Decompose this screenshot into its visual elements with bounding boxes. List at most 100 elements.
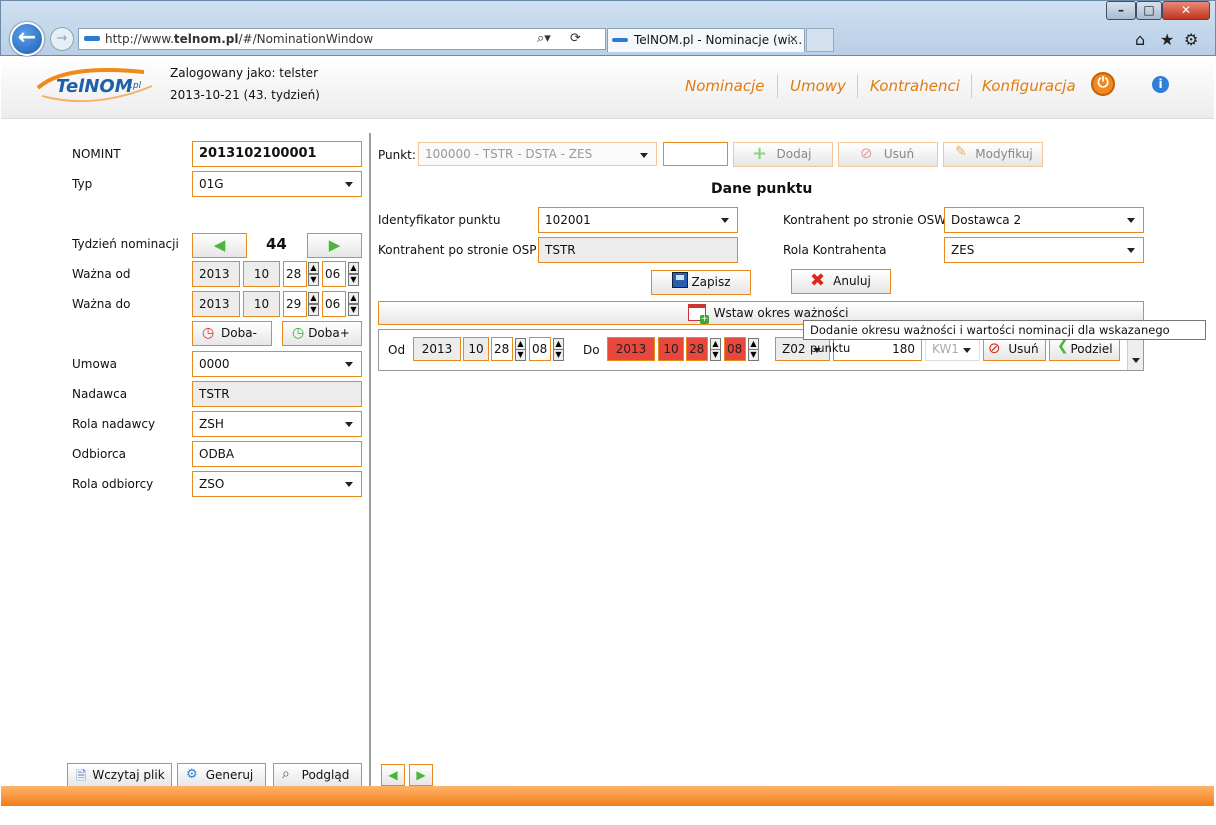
valid-to-year[interactable]: 2013 xyxy=(192,291,240,317)
od-year[interactable]: 2013 xyxy=(413,337,461,361)
nomint-field[interactable]: 2013102100001 xyxy=(192,141,362,167)
address-bar[interactable]: http://www.telnom.pl/#/NominationWindow xyxy=(78,28,606,50)
valid-to-label: Ważna do xyxy=(72,297,131,311)
back-button[interactable]: ← xyxy=(10,22,44,56)
do-month[interactable]: 10 xyxy=(658,337,684,361)
settings-gear-icon[interactable]: ⚙ xyxy=(1184,30,1198,49)
point-id-label: Identyfikator punktu xyxy=(378,213,501,227)
valid-from-month[interactable]: 10 xyxy=(243,261,280,287)
nav-konfiguracja[interactable]: Konfiguracja xyxy=(982,77,1076,95)
od-day-down[interactable]: ▼ xyxy=(515,349,526,361)
osp-field: TSTR xyxy=(538,237,738,263)
osw-select[interactable]: Dostawca 2 xyxy=(944,207,1144,233)
tab-title: TelNOM.pl - Nominacje (wi... xyxy=(634,33,803,47)
info-icon[interactable]: i xyxy=(1152,76,1169,93)
rola-odbiorcy-select[interactable]: ZSO xyxy=(192,471,362,497)
punkt-new-field[interactable] xyxy=(663,142,728,166)
odbiorca-field[interactable]: ODBA xyxy=(192,441,362,467)
od-label: Od xyxy=(388,343,406,357)
od-hour-down[interactable]: ▼ xyxy=(553,349,564,361)
url-path: /#/NominationWindow xyxy=(238,32,374,46)
valid-to-day-up[interactable]: ▲ xyxy=(308,292,319,304)
do-year[interactable]: 2013 xyxy=(607,337,655,361)
floppy-icon xyxy=(672,272,688,288)
logout-power-icon[interactable]: ⏻ xyxy=(1091,72,1115,96)
cancel-button[interactable]: Anuluj xyxy=(791,269,891,294)
valid-from-hour[interactable]: 06 xyxy=(322,261,346,287)
page-next-icon: ▶ xyxy=(416,768,426,782)
tab-close-icon[interactable]: ✕ xyxy=(789,33,798,46)
valid-from-hour-down[interactable]: ▼ xyxy=(348,274,359,286)
rola-nadawcy-select[interactable]: ZSH xyxy=(192,411,362,437)
valid-from-hour-up[interactable]: ▲ xyxy=(348,262,359,274)
nav-umowy[interactable]: Umowy xyxy=(790,77,846,95)
valid-to-hour-up[interactable]: ▲ xyxy=(348,292,359,304)
point-id-select[interactable]: 102001 xyxy=(538,207,738,233)
tab-site-icon xyxy=(612,38,628,42)
generate-label: Generuj xyxy=(205,768,254,782)
od-day[interactable]: 28 xyxy=(491,337,513,361)
od-hour[interactable]: 08 xyxy=(529,337,551,361)
footer-bar xyxy=(1,786,1214,806)
remove-point-label: Usuń xyxy=(883,147,915,161)
odbiorca-label: Odbiorca xyxy=(72,447,126,461)
do-day[interactable]: 28 xyxy=(686,337,708,361)
section-title: Dane punktu xyxy=(711,181,813,197)
home-icon[interactable]: ⌂ xyxy=(1135,30,1145,49)
valid-from-year[interactable]: 2013 xyxy=(192,261,240,287)
valid-from-day-down[interactable]: ▼ xyxy=(308,274,319,286)
maximize-button[interactable]: □ xyxy=(1136,1,1162,20)
nomint-label: NOMINT xyxy=(72,147,121,161)
clock-plus-icon: ◷ xyxy=(292,325,305,341)
valid-to-hour-down[interactable]: ▼ xyxy=(348,304,359,316)
day-minus-label: Doba- xyxy=(221,326,257,340)
row-forbidden-icon: ⊘ xyxy=(988,339,1001,357)
valid-to-hour[interactable]: 06 xyxy=(322,291,346,317)
insert-period-tooltip: Dodanie okresu ważności i wartości nomin… xyxy=(803,320,1206,355)
rola-kontrahenta-label: Rola Kontrahenta xyxy=(783,243,887,257)
valid-from-label: Ważna od xyxy=(72,267,131,281)
arrow-right-icon: ▶ xyxy=(328,236,341,254)
search-icon[interactable]: ⌕▾ xyxy=(537,31,551,46)
page-next-button[interactable]: ▶ xyxy=(409,764,433,786)
valid-to-month[interactable]: 10 xyxy=(243,291,280,317)
next-week-button[interactable]: ▶ xyxy=(307,233,362,258)
site-icon xyxy=(84,36,100,41)
prev-week-button[interactable]: ◀ xyxy=(192,233,247,258)
unit-select[interactable]: KW1 xyxy=(925,337,980,361)
new-tab-button[interactable] xyxy=(806,28,834,52)
valid-from-day-up[interactable]: ▲ xyxy=(308,262,319,274)
punkt-label: Punkt: xyxy=(378,148,416,162)
gears-icon: ⚙ xyxy=(186,767,198,782)
do-hour-down[interactable]: ▼ xyxy=(748,349,759,361)
typ-select[interactable]: 01G xyxy=(192,171,362,197)
logo-text: TelNOM xyxy=(56,76,133,97)
save-label: Zapisz xyxy=(691,275,731,289)
favorites-star-icon[interactable]: ★ xyxy=(1160,30,1174,49)
umowa-select[interactable]: 0000 xyxy=(192,351,362,377)
save-button[interactable]: Zapisz xyxy=(651,270,751,295)
valid-to-day[interactable]: 29 xyxy=(283,291,307,317)
nav-kontrahenci[interactable]: Kontrahenci xyxy=(870,77,960,95)
osw-label: Kontrahent po stronie OSW xyxy=(783,213,947,227)
do-day-down[interactable]: ▼ xyxy=(710,349,721,361)
rola-kontrahenta-select[interactable]: ZES xyxy=(944,237,1144,263)
pencil-icon: ✎ xyxy=(955,144,967,160)
url-domain: telnom.pl xyxy=(173,32,239,46)
browser-tab[interactable]: TelNOM.pl - Nominacje (wi... xyxy=(607,28,805,52)
nav-nominacje[interactable]: Nominacje xyxy=(685,77,765,95)
window-close-button[interactable]: ✕ xyxy=(1162,1,1210,20)
forward-button[interactable]: → xyxy=(50,27,74,51)
do-hour[interactable]: 08 xyxy=(724,337,746,361)
minimize-button[interactable]: – xyxy=(1106,1,1136,20)
refresh-icon[interactable]: ⟳ xyxy=(570,31,581,46)
week-number: 44 xyxy=(266,235,287,253)
page-prev-button[interactable]: ◀ xyxy=(381,764,405,786)
add-point-button[interactable]: Dodaj xyxy=(733,142,833,167)
valid-from-day[interactable]: 28 xyxy=(283,261,307,287)
od-month[interactable]: 10 xyxy=(463,337,489,361)
punkt-select[interactable]: 100000 - TSTR - DSTA - ZES xyxy=(418,142,657,166)
valid-to-day-down[interactable]: ▼ xyxy=(308,304,319,316)
do-label: Do xyxy=(583,343,600,357)
remove-point-button[interactable]: Usuń xyxy=(838,142,938,167)
